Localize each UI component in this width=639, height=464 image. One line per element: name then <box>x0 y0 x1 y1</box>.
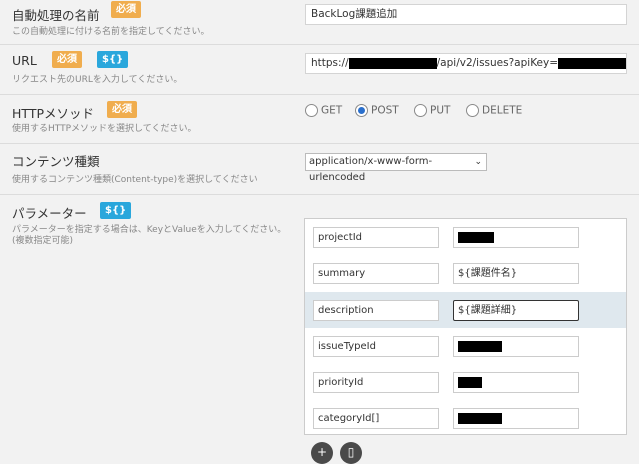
radio-delete-label: DELETE <box>482 104 523 117</box>
param-key-input[interactable]: description <box>313 300 439 321</box>
param-key-input[interactable]: summary <box>313 263 439 284</box>
content-type-help: 使用するコンテンツ種類(Content-type)を選択してください <box>12 175 258 185</box>
radio-post-label: POST <box>371 104 399 117</box>
radio-get[interactable]: GET <box>305 104 342 117</box>
params-help-1: パラメーターを指定する場合は、KeyとValueを入力してください。 <box>12 225 287 235</box>
params-label: パラメーター <box>12 206 87 221</box>
method-label: HTTPメソッド <box>12 106 94 121</box>
variable-badge[interactable]: ${} <box>97 51 129 68</box>
param-value-input-focused[interactable]: ${課題詳細} <box>453 300 579 321</box>
name-label: 自動処理の名前 <box>12 8 100 23</box>
variable-badge[interactable]: ${} <box>100 202 132 219</box>
param-value-input[interactable]: ${課題件名} <box>453 263 579 284</box>
param-row: categoryId[] <box>305 400 626 434</box>
redacted-value <box>458 376 482 388</box>
url-help: リクエスト先のURLを入力してください。 <box>12 75 183 85</box>
param-value-input[interactable] <box>453 372 579 393</box>
url-input[interactable]: https:// /api/v2/issues?apiKey= <box>305 53 627 74</box>
param-key-input[interactable]: projectId <box>313 227 439 248</box>
param-key-input[interactable]: priorityId <box>313 372 439 393</box>
param-row: projectId <box>305 219 626 255</box>
param-value-input[interactable] <box>453 227 579 248</box>
param-row: issueTypeId <box>305 328 626 364</box>
radio-circle[interactable] <box>466 104 479 117</box>
name-input[interactable]: BackLog課題追加 <box>305 4 627 25</box>
name-row: 自動処理の名前 必須 この自動処理に付ける名前を指定してください。 BackLo… <box>0 0 639 45</box>
param-key-input[interactable]: issueTypeId <box>313 336 439 357</box>
radio-put-label: PUT <box>430 104 451 117</box>
redacted-host <box>348 57 437 69</box>
content-type-select[interactable]: application/x-www-form-urlencoded ⌄ <box>305 153 487 183</box>
radio-post[interactable]: POST <box>355 104 399 117</box>
method-help: 使用するHTTPメソッドを選択してください。 <box>12 124 197 134</box>
param-value-input[interactable] <box>453 336 579 357</box>
url-row: URL 必須 ${} リクエスト先のURLを入力してください。 https://… <box>0 45 639 95</box>
url-label: URL <box>12 53 37 68</box>
content-type-label: コンテンツ種類 <box>12 154 100 169</box>
url-path: /api/v2/issues?apiKey= <box>436 57 559 69</box>
method-row: HTTPメソッド 必須 使用するHTTPメソッドを選択してください。 <box>0 95 639 144</box>
radio-get-label: GET <box>321 104 343 117</box>
trash-icon[interactable]: ▯ <box>340 442 362 464</box>
radio-circle[interactable] <box>305 104 318 117</box>
param-row: priorityId <box>305 364 626 400</box>
name-help: この自動処理に付ける名前を指定してください。 <box>12 27 210 37</box>
radio-delete[interactable]: DELETE <box>466 104 522 117</box>
plus-icon[interactable]: + <box>311 442 333 464</box>
radio-circle[interactable] <box>414 104 427 117</box>
chevron-down-icon: ⌄ <box>474 157 482 167</box>
redacted-api-key <box>558 57 626 69</box>
redacted-value <box>458 231 494 243</box>
required-badge: 必須 <box>111 1 141 18</box>
required-badge: 必須 <box>107 101 137 118</box>
param-row-highlighted: description ${課題詳細} <box>305 292 626 328</box>
params-help-2: (複数指定可能) <box>12 236 74 246</box>
params-table: projectId summary ${課題件名} description ${… <box>304 218 627 435</box>
param-key-input[interactable]: categoryId[] <box>313 408 439 429</box>
param-value-input[interactable] <box>453 408 579 429</box>
redacted-value <box>458 412 502 424</box>
radio-circle-selected[interactable] <box>355 104 368 117</box>
radio-put[interactable]: PUT <box>414 104 450 117</box>
param-row: summary ${課題件名} <box>305 255 626 291</box>
url-prefix: https:// <box>311 57 349 69</box>
required-badge: 必須 <box>52 51 82 68</box>
redacted-value <box>458 340 502 352</box>
